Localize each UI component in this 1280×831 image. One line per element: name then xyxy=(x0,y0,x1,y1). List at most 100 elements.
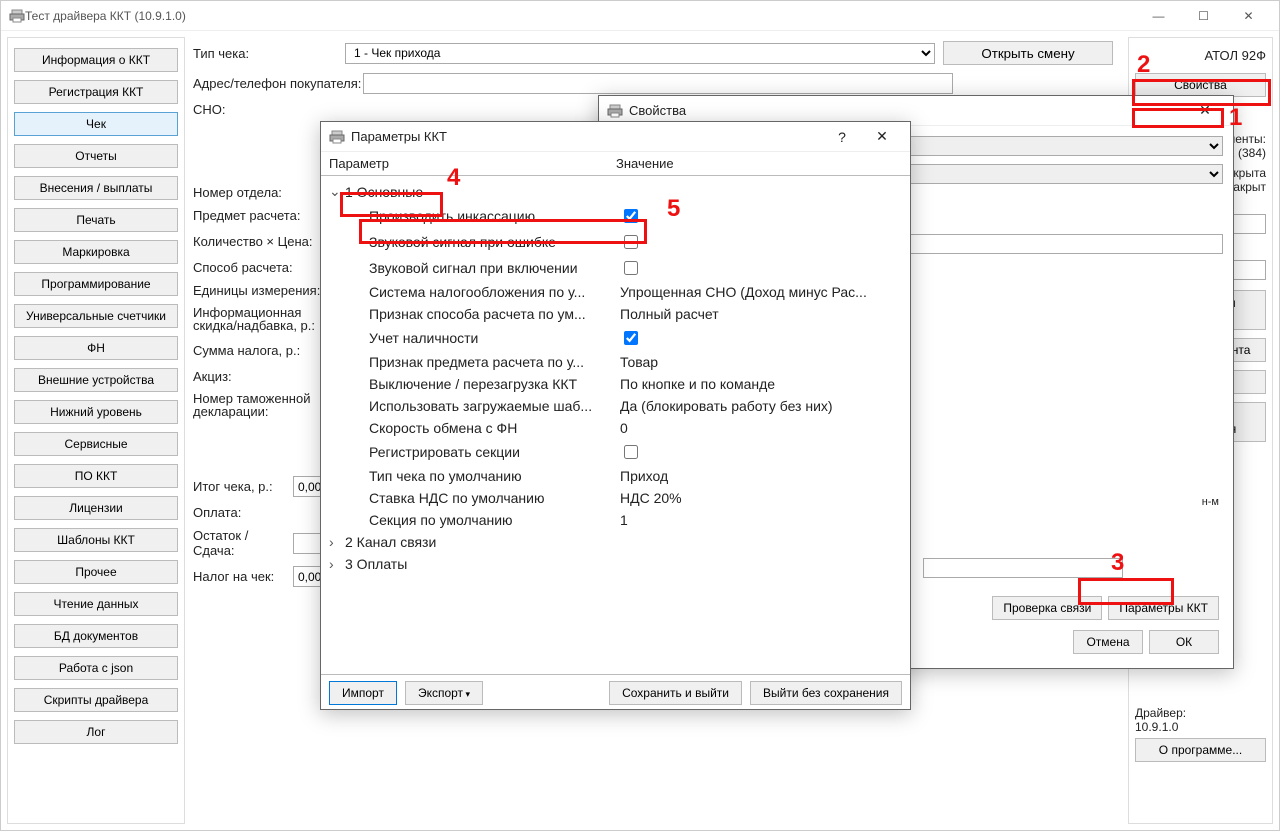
param-name: Признак способа расчета по ум... xyxy=(321,306,616,322)
tax-on-label: Налог на чек: xyxy=(193,569,293,584)
param-checkbox[interactable] xyxy=(624,445,638,459)
sidebar-item-10[interactable]: Внешние устройства xyxy=(14,368,178,392)
close-button[interactable]: ✕ xyxy=(1226,2,1271,30)
param-value[interactable]: Товар xyxy=(616,354,910,370)
param-checkbox[interactable] xyxy=(624,235,638,249)
total-label: Итог чека, р.: xyxy=(193,479,293,494)
params-title: Параметры ККТ xyxy=(351,129,447,144)
sidebar-item-13[interactable]: ПО ККТ xyxy=(14,464,178,488)
conn-test-button[interactable]: Проверка связи xyxy=(992,596,1102,620)
param-name: Выключение / перезагрузка ККТ xyxy=(321,376,616,392)
props-close-button[interactable]: ✕ xyxy=(1185,102,1225,119)
kkt-params-button[interactable]: Параметры ККТ xyxy=(1108,596,1219,620)
param-group[interactable]: ›3 Оплаты xyxy=(321,553,910,575)
main-window: Тест драйвера ККТ (10.9.1.0) — ☐ ✕ Инфор… xyxy=(0,0,1280,831)
printer-icon xyxy=(329,129,345,145)
params-help-button[interactable]: ? xyxy=(822,129,862,145)
num-1: 1 xyxy=(1229,104,1242,132)
param-name: Регистрировать секции xyxy=(321,444,616,460)
sidebar-item-8[interactable]: Универсальные счетчики xyxy=(14,304,178,328)
param-checkbox[interactable] xyxy=(624,331,638,345)
param-group[interactable]: ›2 Канал связи xyxy=(321,531,910,553)
param-name: Производить инкассацию xyxy=(321,208,616,224)
sidebar-item-21[interactable]: Лог xyxy=(14,720,178,744)
sidebar-item-12[interactable]: Сервисные xyxy=(14,432,178,456)
param-group[interactable]: ⌄1 Основные xyxy=(321,180,910,203)
num-3: 3 xyxy=(1111,549,1124,577)
buyer-addr-input[interactable] xyxy=(363,73,953,94)
nm-label: н-м xyxy=(1202,496,1219,508)
maximize-button[interactable]: ☐ xyxy=(1181,2,1226,30)
num-4: 4 xyxy=(447,164,460,192)
props-text-line xyxy=(923,558,1123,578)
receipt-type-label: Тип чека: xyxy=(193,46,345,61)
param-value[interactable]: Упрощенная СНО (Доход минус Рас... xyxy=(616,284,910,300)
sidebar: Информация о ККТ Регистрация ККТ Чек Отчеты… xyxy=(7,37,185,824)
titlebar: Тест драйвера ККТ (10.9.1.0) — ☐ ✕ xyxy=(1,1,1279,31)
param-checkbox[interactable] xyxy=(624,209,638,223)
param-name: Скорость обмена с ФН xyxy=(321,420,616,436)
param-checkbox[interactable] xyxy=(624,261,638,275)
payment-label: Оплата: xyxy=(193,505,293,520)
param-name: Учет наличности xyxy=(321,330,616,346)
device-name: АТОЛ 92Ф xyxy=(1135,48,1266,63)
param-name: Звуковой сигнал при включении xyxy=(321,260,616,276)
buyer-addr-label: Адрес/телефон покупателя: xyxy=(193,76,363,91)
sidebar-item-5[interactable]: Печать xyxy=(14,208,178,232)
receipt-type-select[interactable]: 1 - Чек прихода xyxy=(345,43,935,64)
param-tree[interactable]: ⌄1 Основные Производить инкассацию Звуково… xyxy=(321,176,910,674)
open-shift-button[interactable]: Открыть смену xyxy=(943,41,1113,65)
param-value[interactable]: 1 xyxy=(616,512,910,528)
printer-icon xyxy=(9,8,25,24)
col-param: Параметр xyxy=(321,156,616,171)
window-title: Тест драйвера ККТ (10.9.1.0) xyxy=(25,9,1136,23)
minimize-button[interactable]: — xyxy=(1136,2,1181,30)
sidebar-item-6[interactable]: Маркировка xyxy=(14,240,178,264)
params-close-button[interactable]: ✕ xyxy=(862,128,902,145)
export-button[interactable]: Экспорт xyxy=(405,681,483,705)
param-value[interactable]: Да (блокировать работу без них) xyxy=(616,398,910,414)
param-value[interactable]: 0 xyxy=(616,420,910,436)
exit-nosave-button[interactable]: Выйти без сохранения xyxy=(750,681,902,705)
param-name: Тип чека по умолчанию xyxy=(321,468,616,484)
sno-label: СНО: xyxy=(193,102,345,117)
sidebar-item-3[interactable]: Отчеты xyxy=(14,144,178,168)
sidebar-item-0[interactable]: Информация о ККТ xyxy=(14,48,178,72)
sidebar-item-14[interactable]: Лицензии xyxy=(14,496,178,520)
param-value[interactable]: По кнопке и по команде xyxy=(616,376,910,392)
param-name: Звуковой сигнал при ошибке xyxy=(321,234,616,250)
param-name: Использовать загружаемые шаб... xyxy=(321,398,616,414)
param-value[interactable]: НДС 20% xyxy=(616,490,910,506)
save-exit-button[interactable]: Сохранить и выйти xyxy=(609,681,742,705)
param-value[interactable]: Приход xyxy=(616,468,910,484)
import-button[interactable]: Импорт xyxy=(329,681,397,705)
sidebar-item-4[interactable]: Внесения / выплаты xyxy=(14,176,178,200)
sidebar-item-19[interactable]: Работа с json xyxy=(14,656,178,680)
sidebar-item-15[interactable]: Шаблоны ККТ xyxy=(14,528,178,552)
sidebar-item-11[interactable]: Нижний уровень xyxy=(14,400,178,424)
param-name: Признак предмета расчета по у... xyxy=(321,354,616,370)
props-title: Свойства xyxy=(629,103,686,118)
sidebar-item-9[interactable]: ФН xyxy=(14,336,178,360)
driver-ver: 10.9.1.0 xyxy=(1135,720,1266,734)
printer-icon xyxy=(607,103,623,119)
col-value: Значение xyxy=(616,156,674,171)
sidebar-item-7[interactable]: Программирование xyxy=(14,272,178,296)
kkt-params-dialog: Параметры ККТ ? ✕ Параметр Значение ⌄1 О… xyxy=(320,121,911,710)
sidebar-item-16[interactable]: Прочее xyxy=(14,560,178,584)
param-value[interactable]: Полный расчет xyxy=(616,306,910,322)
param-name: Секция по умолчанию xyxy=(321,512,616,528)
num-2: 2 xyxy=(1137,51,1150,79)
props-ok-button[interactable]: ОК xyxy=(1149,630,1219,654)
sidebar-item-1[interactable]: Регистрация ККТ xyxy=(14,80,178,104)
sidebar-item-2[interactable]: Чек xyxy=(14,112,178,136)
change-label: Остаток / Сдача: xyxy=(193,528,293,558)
driver-label: Драйвер: xyxy=(1135,706,1266,720)
about-button[interactable]: О программе... xyxy=(1135,738,1266,762)
properties-button[interactable]: Свойства xyxy=(1135,73,1266,97)
props-cancel-button[interactable]: Отмена xyxy=(1073,630,1143,654)
sidebar-item-20[interactable]: Скрипты драйвера xyxy=(14,688,178,712)
param-name: Ставка НДС по умолчанию xyxy=(321,490,616,506)
sidebar-item-18[interactable]: БД документов xyxy=(14,624,178,648)
sidebar-item-17[interactable]: Чтение данных xyxy=(14,592,178,616)
